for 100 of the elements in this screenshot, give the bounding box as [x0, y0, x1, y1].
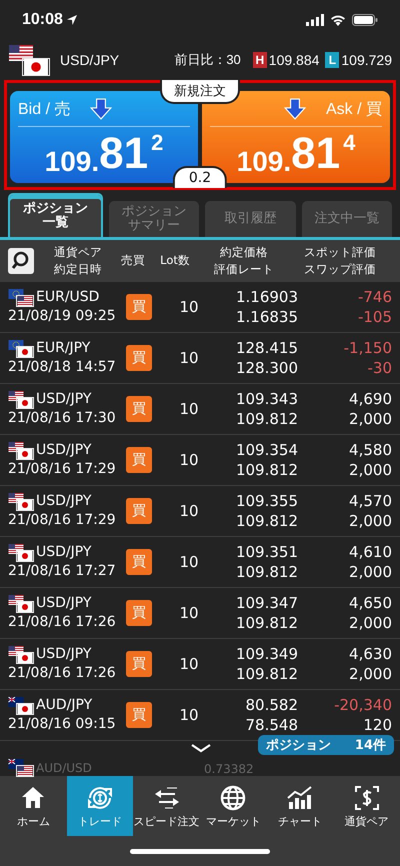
contract-price: 109.347: [234, 592, 298, 613]
currency-pair: AUD/USD: [36, 760, 92, 774]
down-arrow-icon: [90, 98, 112, 120]
nav-item[interactable]: マーケット: [200, 776, 267, 836]
lot-count: 10: [179, 400, 199, 418]
buy-badge: 買: [126, 651, 152, 677]
high-price: 109.884: [268, 52, 320, 68]
currency-pair: AUD/JPY: [36, 696, 92, 715]
buy-badge: 買: [126, 447, 152, 473]
trade-date: 21/08/16 09:15: [8, 715, 117, 734]
nav-item[interactable]: ホーム: [0, 776, 67, 836]
currency-pair: USD/JPY: [60, 52, 120, 68]
contract-price: 109.354: [234, 440, 298, 460]
position-count-badge: ポジション 14件: [258, 735, 394, 755]
trade-date: 21/08/18 14:57: [8, 358, 117, 377]
nav-item[interactable]: スピード注文: [133, 776, 200, 836]
contract-price: 80.582: [244, 694, 298, 715]
spot-valuation: -1,150: [342, 338, 392, 358]
currency-pair: USD/JPY: [36, 441, 92, 460]
flag-icon: [17, 551, 33, 562]
swap-valuation: 2,000: [348, 511, 392, 532]
contract-price: 109.355: [234, 490, 298, 511]
lot-count: 10: [179, 451, 199, 469]
low-price: 109.729: [341, 52, 392, 68]
spot-valuation: -746: [356, 286, 392, 307]
currency-pair: USD/JPY: [36, 645, 92, 664]
column-header: 約定価格 評価レート: [213, 244, 275, 278]
flag-icon: [17, 296, 33, 306]
swap-valuation: -30: [366, 358, 392, 378]
lot-count: 10: [179, 553, 199, 571]
flag-icon: [17, 766, 33, 776]
swap-valuation: 2,000: [348, 664, 392, 684]
lot-count: 10: [179, 604, 199, 622]
buy-badge: 買: [126, 396, 152, 422]
flag-icon: [17, 602, 33, 612]
trade-date: 21/08/16 17:30: [8, 409, 117, 428]
contract-price: 109.349: [234, 644, 298, 664]
valuation-rate: 1.16835: [234, 307, 298, 328]
valuation-rate: 128.300: [234, 358, 298, 378]
lot-count: 10: [179, 706, 199, 724]
spread-value: 0.2: [172, 166, 228, 188]
valuation-rate: 109.812: [234, 460, 298, 480]
spot-valuation: 4,580: [348, 440, 392, 460]
contract-price: 109.351: [234, 542, 298, 562]
spot-valuation: 4,630: [348, 644, 392, 664]
trade-date: 21/08/16 17:29: [8, 511, 117, 530]
buy-badge: 買: [126, 345, 152, 371]
swap-valuation: -105: [356, 307, 392, 328]
wifi-icon: [330, 14, 346, 26]
contract-price: 1.16903: [234, 286, 298, 307]
trade-date: 21/08/16 17:26: [8, 613, 117, 632]
buy-badge: 買: [126, 702, 152, 728]
contract-price: 0.73382: [204, 762, 254, 776]
swap-valuation: 2,000: [348, 460, 392, 480]
valuation-rate: 109.812: [234, 562, 298, 582]
nav-item[interactable]: 通貨ペア: [333, 776, 400, 836]
spot-valuation: 4,650: [348, 592, 392, 613]
search-button[interactable]: [8, 248, 34, 274]
location-icon: [66, 14, 78, 26]
buy-badge: 買: [126, 498, 152, 524]
buy-badge: 買: [126, 294, 152, 320]
high-badge: H: [252, 52, 267, 68]
flag-icon: [17, 347, 33, 358]
flag-icon: [17, 449, 33, 460]
chevron-down-icon[interactable]: [190, 743, 212, 753]
trade-date: 21/08/16 17:26: [8, 664, 117, 683]
signal-icon: [306, 14, 324, 26]
nav-item[interactable]: チャート: [266, 776, 334, 836]
swap-valuation: 2,000: [348, 409, 392, 430]
flag-icon: [17, 653, 33, 664]
spot-valuation: -20,340: [333, 694, 392, 715]
tab[interactable]: ポジション一覧: [8, 193, 102, 237]
spot-valuation: 4,570: [348, 490, 392, 511]
buy-badge: 買: [126, 549, 152, 575]
valuation-rate: 109.812: [234, 511, 298, 532]
battery-icon: [352, 14, 378, 26]
valuation-rate: 109.812: [234, 613, 298, 634]
lot-count: 10: [179, 298, 199, 316]
column-header: スポット評価 スワップ評価: [303, 244, 377, 278]
spot-valuation: 4,690: [348, 388, 392, 409]
lot-count: 10: [179, 502, 199, 520]
currency-pair: USD/JPY: [36, 543, 92, 562]
flag-icon: [23, 59, 49, 75]
currency-pair: USD/JPY: [36, 390, 92, 409]
lot-count: 10: [179, 349, 199, 367]
flag-icon: [17, 704, 33, 714]
currency-pair: EUR/JPY: [36, 339, 90, 358]
globe-icon: [219, 784, 248, 812]
contract-price: 109.343: [234, 388, 298, 409]
down-arrow-icon: [284, 98, 306, 120]
low-badge: L: [325, 52, 340, 68]
trade-date: 21/08/19 09:25: [8, 307, 117, 326]
lot-count: 10: [179, 655, 199, 673]
valuation-rate: 78.548: [244, 715, 298, 736]
flag-icon: [8, 45, 34, 61]
currency-pair: USD/JPY: [36, 594, 92, 613]
swap-valuation: 120: [362, 715, 392, 736]
daily-change: 前日比：30: [174, 51, 241, 69]
contract-price: 128.415: [234, 338, 298, 358]
dollar-bracket-icon: [352, 784, 381, 812]
